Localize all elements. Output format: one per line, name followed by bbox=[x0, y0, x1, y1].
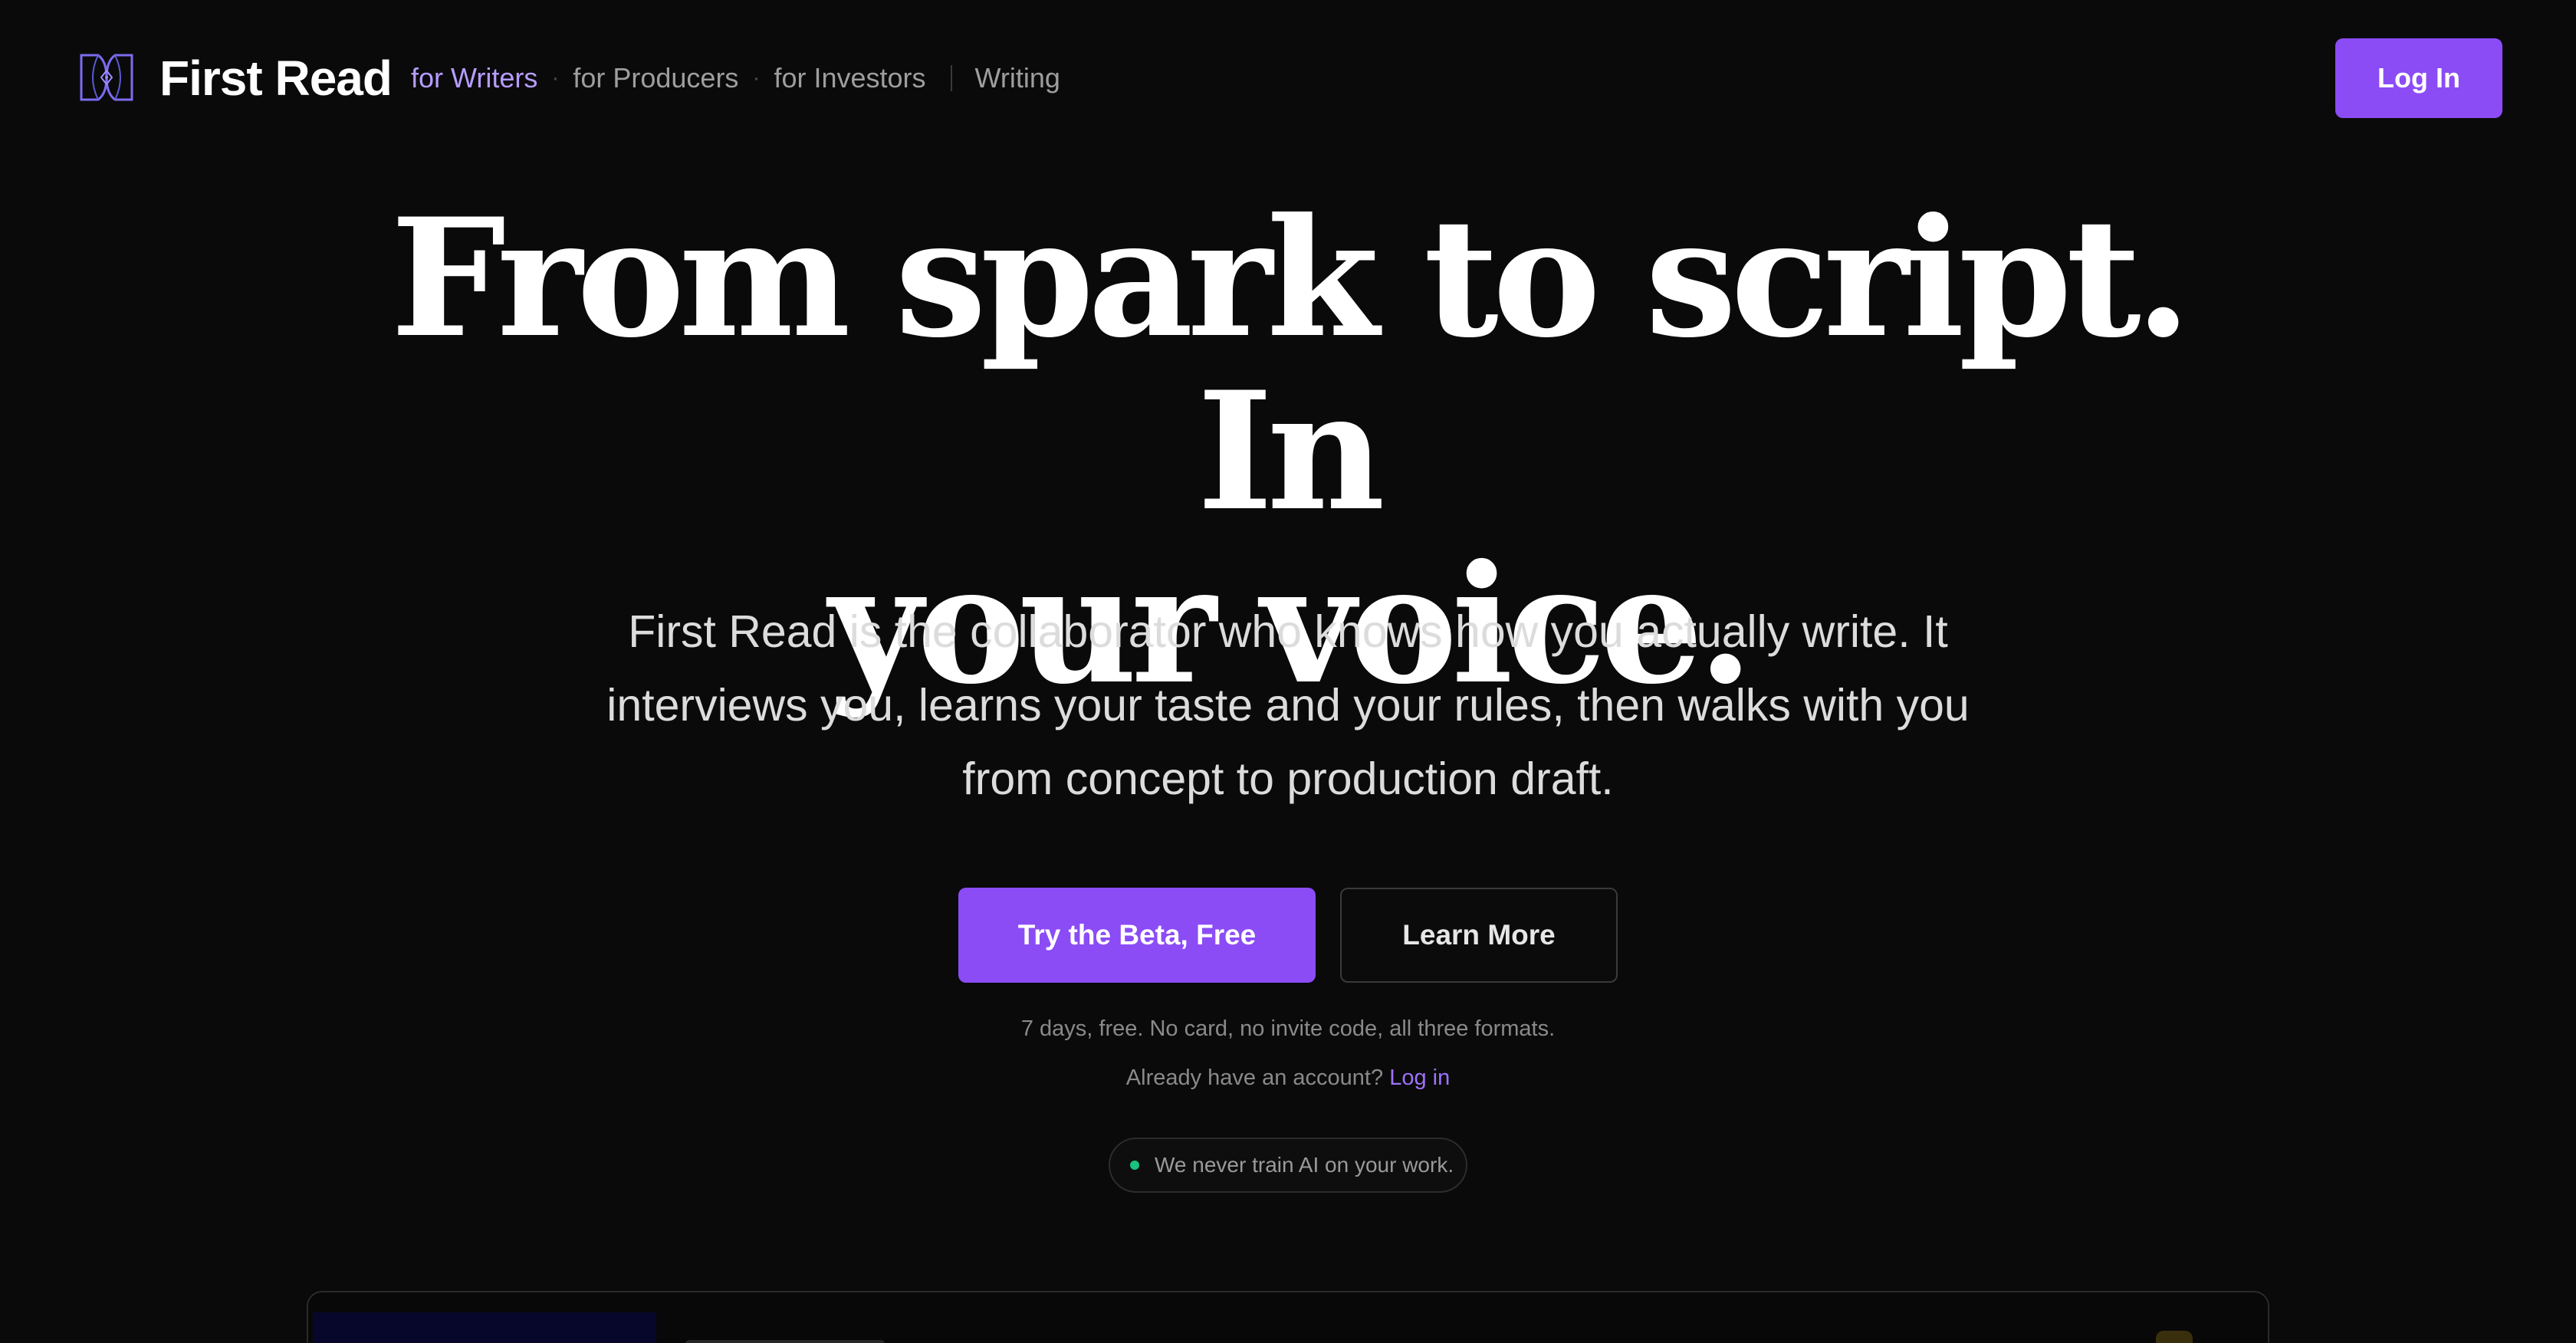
app-preview-title-placeholder bbox=[685, 1340, 885, 1343]
account-note: Already have an account? Log in bbox=[0, 1062, 2576, 1093]
app-preview-avatar-icon bbox=[2156, 1331, 2193, 1343]
top-nav: First Read for Writers · for Producers ·… bbox=[0, 0, 2576, 156]
app-preview-sidebar bbox=[313, 1312, 656, 1343]
privacy-badge: We never train AI on your work. bbox=[1109, 1138, 1467, 1193]
login-button[interactable]: Log In bbox=[2335, 38, 2502, 118]
app-preview-frame bbox=[307, 1291, 2269, 1343]
privacy-badge-text: We never train AI on your work. bbox=[1155, 1153, 1454, 1177]
cta-row: Try the Beta, Free Learn More bbox=[0, 888, 2576, 983]
account-note-text: Already have an account? bbox=[1125, 1066, 1384, 1090]
login-link[interactable]: Log in bbox=[1389, 1066, 1450, 1090]
nav-link-for-investors[interactable]: for Investors bbox=[774, 57, 925, 100]
nav-link-writing[interactable]: Writing bbox=[975, 57, 1060, 100]
brand-name[interactable]: First Read bbox=[159, 44, 393, 112]
nav-link-for-writers[interactable]: for Writers bbox=[411, 57, 537, 100]
nav-link-for-producers[interactable]: for Producers bbox=[573, 57, 738, 100]
nav-dot-separator: · bbox=[551, 65, 560, 90]
nav-dot-separator: · bbox=[752, 65, 761, 90]
trial-note: 7 days, free. No card, no invite code, a… bbox=[1020, 1016, 1556, 1041]
status-dot-icon bbox=[1130, 1161, 1139, 1170]
landing-page: First Read for Writers · for Producers ·… bbox=[0, 0, 2576, 1343]
try-beta-button[interactable]: Try the Beta, Free bbox=[958, 888, 1316, 983]
nav-links: for Writers · for Producers · for Invest… bbox=[411, 57, 1060, 100]
learn-more-button[interactable]: Learn More bbox=[1340, 888, 1618, 983]
nav-divider bbox=[950, 65, 952, 91]
hero-title-line-1: From spark to script. In bbox=[390, 182, 2191, 547]
hero-subtitle: First Read is the collaborator who knows… bbox=[606, 606, 1970, 804]
book-logo-icon[interactable] bbox=[78, 51, 135, 104]
